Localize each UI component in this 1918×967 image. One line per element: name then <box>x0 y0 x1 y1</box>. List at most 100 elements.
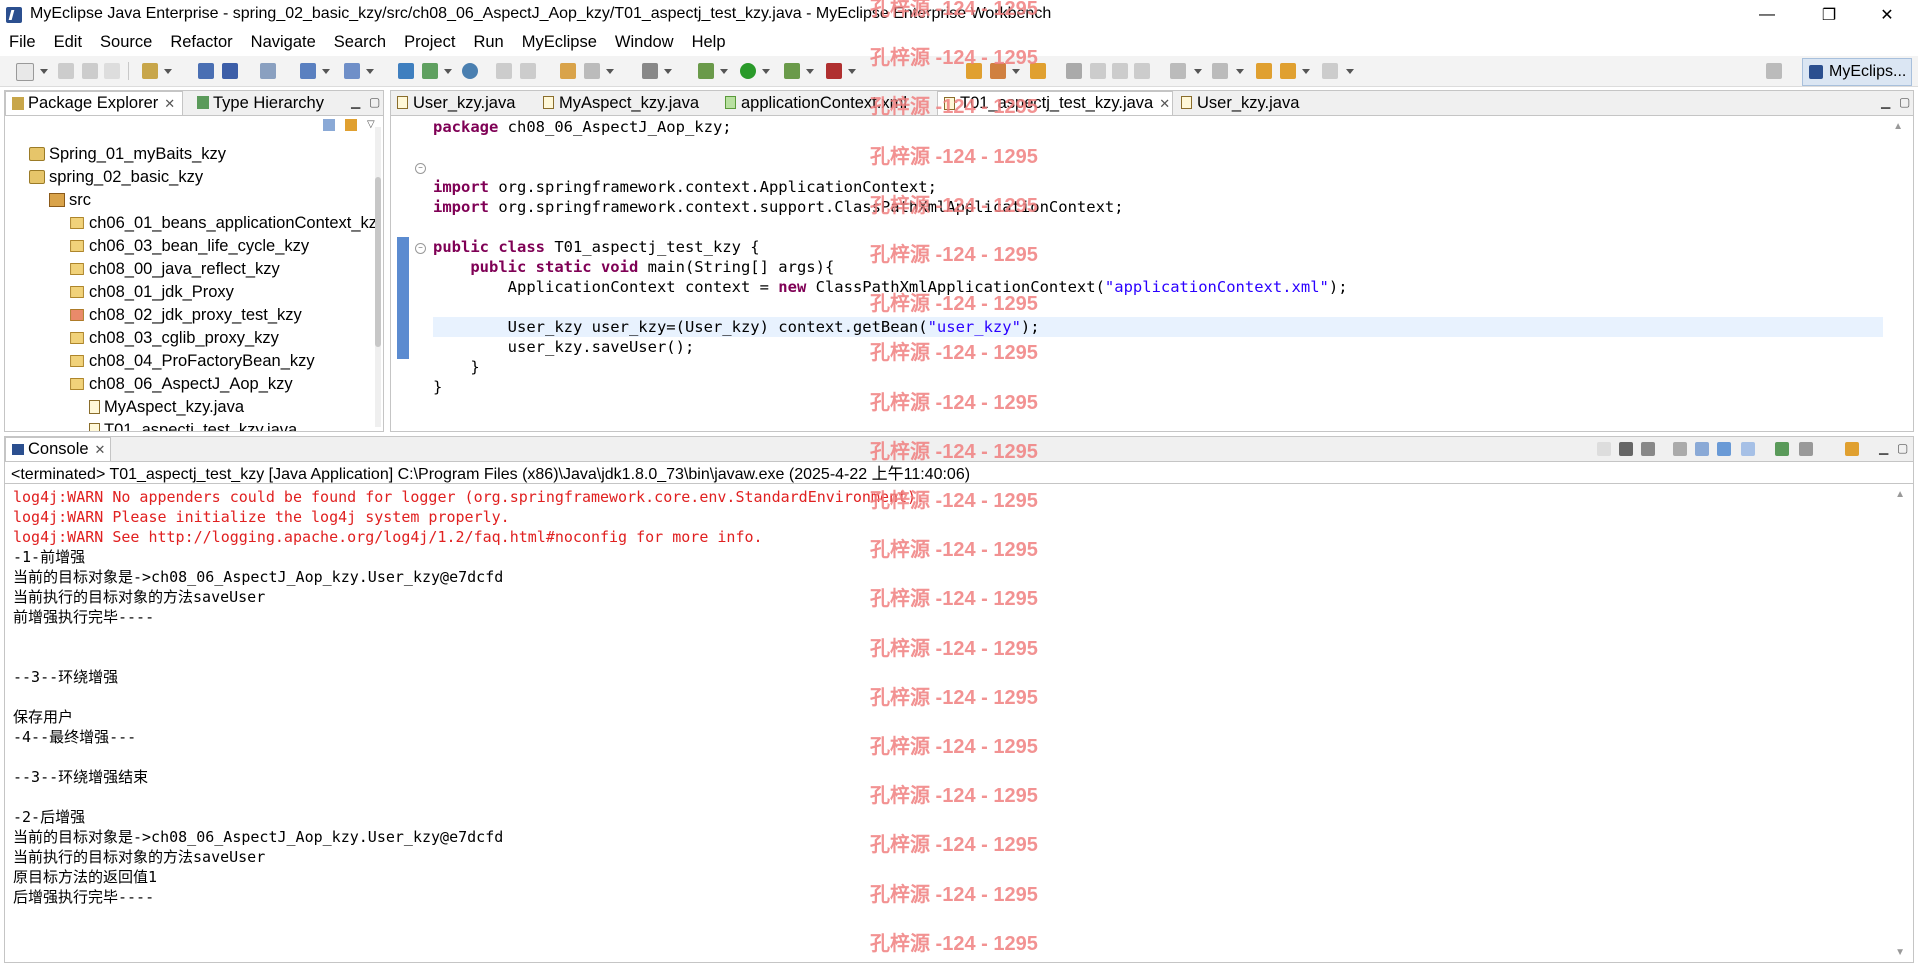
tree-item-package[interactable]: ch06_03_bean_life_cycle_kzy <box>69 235 309 257</box>
terminal-icon[interactable] <box>642 63 658 79</box>
run-server-icon[interactable] <box>300 63 316 79</box>
debug-dropdown-icon[interactable] <box>720 69 728 74</box>
terminal-dropdown-icon[interactable] <box>664 69 672 74</box>
run-server-dropdown-icon[interactable] <box>322 69 330 74</box>
scroll-down-icon[interactable]: ▼ <box>1895 947 1905 958</box>
menu-window[interactable]: Window <box>606 33 683 52</box>
tree-item-project[interactable]: Spring_01_myBaits_kzy <box>29 143 226 165</box>
console-output[interactable]: log4j:WARN No appenders could be found f… <box>13 487 1893 962</box>
package-icon[interactable] <box>560 63 576 79</box>
tab-package-explorer[interactable]: Package Explorer ✕ <box>5 91 183 115</box>
open-console-icon[interactable] <box>1845 442 1859 456</box>
tree-item-package[interactable]: ch08_00_java_reflect_kzy <box>69 258 280 280</box>
remove-all-launches-icon[interactable] <box>1641 442 1655 456</box>
block-select-icon[interactable] <box>1112 63 1128 79</box>
maximize-view-icon[interactable]: ▢ <box>1899 95 1910 109</box>
tree-item-package[interactable]: ch06_01_beans_applicationContext_kz <box>69 212 377 234</box>
search-dropdown-icon[interactable] <box>1012 69 1020 74</box>
minimize-view-icon[interactable]: ▁ <box>1879 441 1888 455</box>
minimize-view-icon[interactable]: ▁ <box>351 95 360 109</box>
explorer-scrollbar[interactable] <box>375 127 381 427</box>
scroll-up-icon[interactable]: ▲ <box>1895 489 1905 500</box>
debug-server-icon[interactable] <box>198 63 214 79</box>
open-type-dropdown-icon[interactable] <box>164 69 172 74</box>
save-icon[interactable] <box>58 63 74 79</box>
link-dropdown-icon[interactable] <box>606 69 614 74</box>
tree-item-package[interactable]: ch08_06_AspectJ_Aop_kzy <box>69 373 293 395</box>
new-file-icon[interactable] <box>422 63 438 79</box>
prev-annotation-icon[interactable] <box>1212 63 1228 79</box>
forward-dropdown-icon[interactable] <box>1346 69 1354 74</box>
tree-item-project[interactable]: spring_02_basic_kzy <box>29 166 203 188</box>
whitespace-icon[interactable] <box>1134 63 1150 79</box>
new-dropdown-icon[interactable] <box>40 69 48 74</box>
tree-item-java-file[interactable]: T01_aspectj_test_kzy.java <box>89 419 297 431</box>
maximize-view-icon[interactable]: ▢ <box>369 95 380 109</box>
edit-icon[interactable] <box>1090 63 1106 79</box>
word-wrap-icon[interactable] <box>1717 442 1731 456</box>
scrollbar-thumb[interactable] <box>375 177 381 347</box>
tab-myaspect-kzy-java[interactable]: MyAspect_kzy.java <box>537 91 717 115</box>
new-icon[interactable] <box>16 63 34 81</box>
scroll-lock-icon[interactable] <box>1695 442 1709 456</box>
tab-user-kzy-java[interactable]: User_kzy.java <box>391 91 535 115</box>
open-type-icon[interactable] <box>142 63 158 79</box>
menu-refactor[interactable]: Refactor <box>161 33 241 52</box>
close-window-button[interactable]: ✕ <box>1864 0 1910 30</box>
menu-myeclipse[interactable]: MyEclipse <box>513 33 606 52</box>
search-icon[interactable] <box>990 63 1006 79</box>
new-project-icon[interactable] <box>398 63 414 79</box>
tree-item-package[interactable]: ch08_02_jdk_proxy_test_kzy <box>69 304 302 326</box>
tree-item-java-file[interactable]: MyAspect_kzy.java <box>89 396 244 418</box>
tree-item-package[interactable]: ch08_01_jdk_Proxy <box>69 281 234 303</box>
external-tools-icon[interactable] <box>826 63 842 79</box>
server-icon[interactable] <box>222 63 238 79</box>
next-annotation-dropdown-icon[interactable] <box>1194 69 1202 74</box>
minimize-view-icon[interactable]: ▁ <box>1881 95 1890 109</box>
forward-icon[interactable] <box>1322 63 1338 79</box>
tab-type-hierarchy[interactable]: Type Hierarchy <box>191 91 341 115</box>
menu-file[interactable]: File <box>0 33 45 52</box>
back-icon[interactable] <box>1280 63 1296 79</box>
tree-item-package[interactable]: ch08_04_ProFactoryBean_kzy <box>69 350 315 372</box>
next-annotation-icon[interactable] <box>1170 63 1186 79</box>
fold-icon[interactable]: − <box>415 163 426 174</box>
globe-icon[interactable] <box>462 63 478 79</box>
tree-item-package[interactable]: ch08_03_cglib_proxy_kzy <box>69 327 279 349</box>
menu-source[interactable]: Source <box>91 33 161 52</box>
menu-run[interactable]: Run <box>464 33 512 52</box>
toggle-mark-icon[interactable] <box>1066 63 1082 79</box>
coverage-icon[interactable] <box>784 63 800 79</box>
tab-t01-aspectj-test-kzy-java[interactable]: T01_aspectj_test_kzy.java ✕ <box>937 91 1173 115</box>
code-editor[interactable]: package ch08_06_AspectJ_Aop_kzy; import … <box>433 115 1883 431</box>
deploy-icon[interactable] <box>260 63 276 79</box>
save-all-icon[interactable] <box>82 63 98 79</box>
menu-project[interactable]: Project <box>395 33 464 52</box>
menu-edit[interactable]: Edit <box>45 33 91 52</box>
open-task-icon[interactable] <box>966 63 982 79</box>
open-perspective-icon[interactable] <box>1766 63 1782 79</box>
pin-console-icon[interactable] <box>1775 442 1789 456</box>
clear-console-icon[interactable] <box>1673 442 1687 456</box>
tab-applicationcontext-xml[interactable]: applicationContext.xml <box>719 91 935 115</box>
fold-icon[interactable]: − <box>415 243 426 254</box>
browser-icon[interactable] <box>344 63 360 79</box>
display-console-icon[interactable] <box>1799 442 1813 456</box>
link-icon[interactable] <box>584 63 600 79</box>
close-tab-icon[interactable]: ✕ <box>164 96 175 112</box>
browser-dropdown-icon[interactable] <box>366 69 374 74</box>
menu-help[interactable]: Help <box>683 33 735 52</box>
remove-launch-icon[interactable] <box>1619 442 1633 456</box>
maximize-view-icon[interactable]: ▢ <box>1897 441 1908 455</box>
run-icon[interactable] <box>740 63 756 79</box>
scroll-up-icon[interactable]: ▲ <box>1893 121 1903 132</box>
minimize-button[interactable]: — <box>1744 0 1790 30</box>
prev-annotation-dropdown-icon[interactable] <box>1236 69 1244 74</box>
menu-navigate[interactable]: Navigate <box>242 33 325 52</box>
menu-search[interactable]: Search <box>325 33 395 52</box>
coverage-dropdown-icon[interactable] <box>806 69 814 74</box>
redo-icon[interactable] <box>520 63 536 79</box>
perspective-myeclipse[interactable]: MyEclips... <box>1802 58 1912 86</box>
tree-item-src-folder[interactable]: src <box>49 189 91 211</box>
print-icon[interactable] <box>104 63 120 79</box>
